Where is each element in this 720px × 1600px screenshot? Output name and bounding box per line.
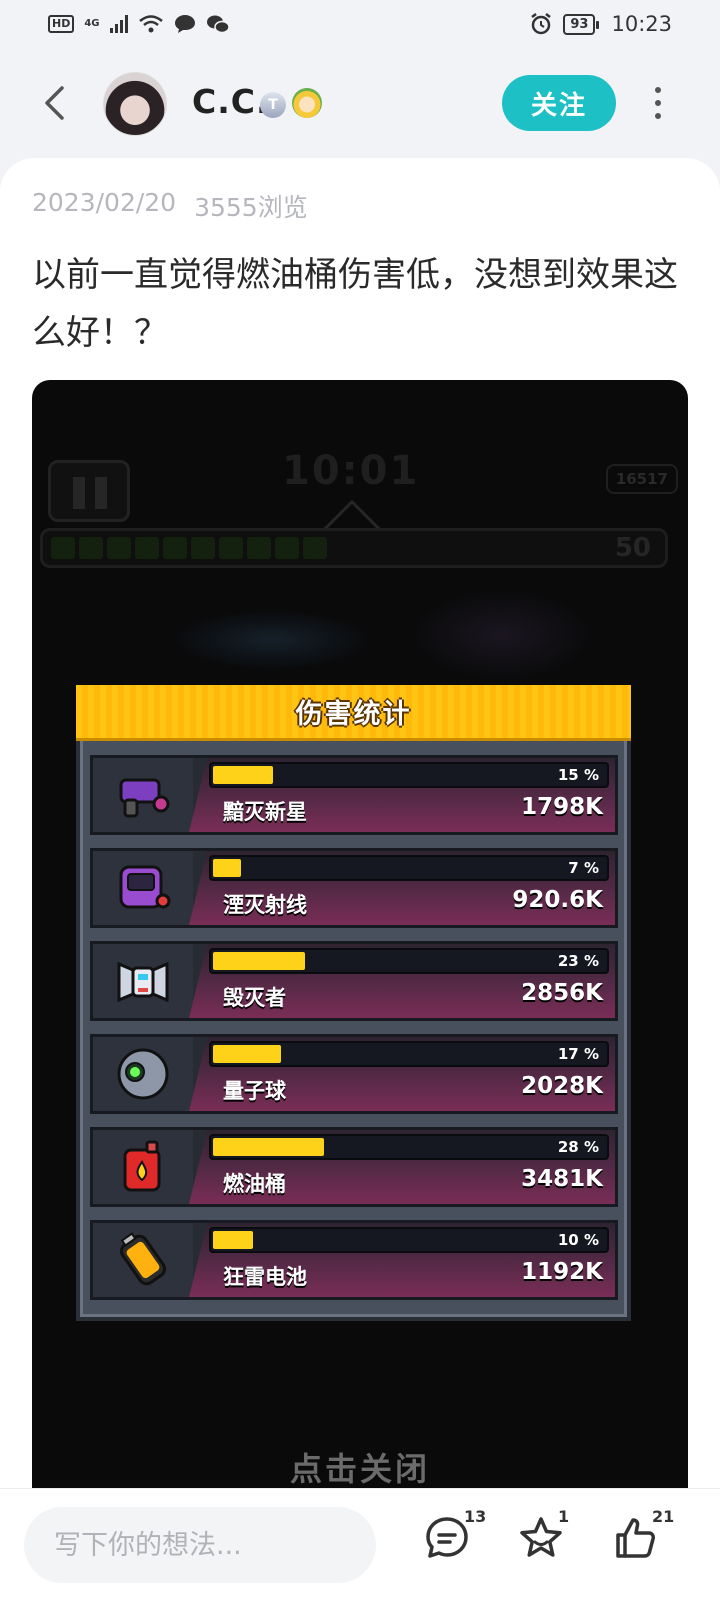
back-button[interactable] <box>36 80 72 126</box>
bottom-action-bar: 13 1 21 <box>0 1488 720 1600</box>
status-time: 10:23 <box>611 12 672 36</box>
level-badge: T <box>260 92 286 118</box>
weapon-icon-box <box>93 944 193 1018</box>
weapon-name: 狂雷电池 <box>223 1265 307 1289</box>
damage-value: 2856K <box>521 980 603 1006</box>
damage-row: 23 % 毁灭者 2856K <box>90 941 618 1021</box>
tap-to-close-hint[interactable]: 点击关闭 <box>32 1444 688 1490</box>
chevron-left-icon <box>45 86 64 120</box>
post-card: 2023/02/20 3555浏览 以前一直觉得燃油桶伤害低，没想到效果这么好！… <box>0 158 720 1490</box>
favorite-button[interactable]: 1 <box>518 1507 574 1571</box>
alarm-icon <box>531 13 552 35</box>
damage-info: 28 % 燃油桶 3481K <box>189 1130 615 1204</box>
weapon-name: 黯灭新星 <box>223 800 307 824</box>
status-right: 93 10:23 <box>529 12 672 36</box>
damage-value: 3481K <box>521 1166 603 1192</box>
wechat-icon <box>206 15 230 34</box>
avatar[interactable] <box>103 72 167 136</box>
weapon-icon-box <box>93 1037 193 1111</box>
username[interactable]: C.C. <box>192 82 270 121</box>
damage-row: 17 % 量子球 2028K <box>90 1034 618 1114</box>
comment-input[interactable] <box>24 1507 376 1583</box>
weapon-name: 湮灭射线 <box>223 893 307 917</box>
weapon-name: 量子球 <box>223 1079 286 1103</box>
post-text: 以前一直觉得燃油桶伤害低，没想到效果这么好！？ <box>32 255 678 353</box>
weapon-name: 毁灭者 <box>223 986 286 1010</box>
damage-bar-fill <box>213 952 305 970</box>
damage-bar: 23 % <box>209 948 609 974</box>
follow-button[interactable]: 关注 <box>502 75 616 131</box>
damage-percent: 23 % <box>557 952 599 970</box>
damage-value: 1192K <box>521 1259 603 1285</box>
damage-row: 15 % 黯灭新星 1798K <box>90 755 618 835</box>
network-type: 4G <box>84 18 100 29</box>
hd-indicator: HD <box>48 15 75 33</box>
damage-value: 2028K <box>521 1073 603 1099</box>
more-options-button[interactable] <box>648 80 668 126</box>
like-count: 21 <box>652 1507 675 1526</box>
damage-value: 920.6K <box>512 887 603 913</box>
weapon-icon-box <box>93 758 193 832</box>
damage-bar-fill <box>213 766 273 784</box>
damage-bar-fill <box>213 1231 253 1249</box>
character-badge-icon <box>292 88 322 118</box>
favorite-count: 1 <box>558 1507 570 1526</box>
xp-bar: 50 <box>40 528 668 568</box>
like-button[interactable]: 21 <box>612 1507 674 1571</box>
damage-percent: 7 % <box>568 859 599 877</box>
status-left: HD 4G <box>48 14 230 34</box>
post-date: 2023/02/20 <box>32 188 177 217</box>
damage-row: 28 % 燃油桶 3481K <box>90 1127 618 1207</box>
damage-info: 15 % 黯灭新星 1798K <box>189 758 615 832</box>
damage-bar: 10 % <box>209 1227 609 1253</box>
damage-bar: 15 % <box>209 762 609 788</box>
damage-bar: 28 % <box>209 1134 609 1160</box>
weapon-icon-box <box>93 851 193 925</box>
panel-title: 伤害统计 <box>295 699 412 730</box>
weapon-name: 燃油桶 <box>223 1172 286 1196</box>
status-bar: HD 4G 93 10:23 <box>0 0 720 48</box>
battery-indicator: 93 <box>563 13 600 35</box>
damage-stats-panel: 伤害统计 15 % 黯灭新星 1798K 7 % 湮灭射线 920.6K 23 % 毁灭者 28… <box>76 685 631 1321</box>
comment-button[interactable]: 13 <box>424 1507 486 1571</box>
damage-bar: 7 % <box>209 855 609 881</box>
damage-info: 7 % 湮灭射线 920.6K <box>189 851 615 925</box>
player-level: 50 <box>614 533 651 563</box>
damage-info: 10 % 狂雷电池 1192K <box>189 1223 615 1297</box>
damage-bar-fill <box>213 1045 281 1063</box>
damage-info: 17 % 量子球 2028K <box>189 1037 615 1111</box>
pause-icon <box>48 460 130 522</box>
message-icon <box>174 15 195 33</box>
damage-bar-fill <box>213 1138 324 1156</box>
damage-info: 23 % 毁灭者 2856K <box>189 944 615 1018</box>
post-header: C.C. T 关注 <box>0 58 720 148</box>
post-meta: 2023/02/20 3555浏览 <box>32 188 308 224</box>
game-screenshot[interactable]: 10:01 16517 50 伤害统计 15 % 黯灭新星 1798K 7 % 湮灭射线… <box>32 380 688 1490</box>
damage-row: 7 % 湮灭射线 920.6K <box>90 848 618 928</box>
panel-header: 伤害统计 <box>76 685 631 741</box>
wifi-icon <box>138 15 163 33</box>
comment-count: 13 <box>464 1507 487 1526</box>
damage-row: 10 % 狂雷电池 1192K <box>90 1220 618 1300</box>
view-count: 3555浏览 <box>194 193 308 222</box>
signal-icon <box>109 15 128 33</box>
weapon-icon-box <box>93 1223 193 1297</box>
damage-percent: 10 % <box>557 1231 599 1249</box>
coin-counter: 16517 <box>605 464 678 494</box>
weapon-icon-box <box>93 1130 193 1204</box>
damage-bar-fill <box>213 859 241 877</box>
damage-percent: 15 % <box>557 766 599 784</box>
damage-percent: 17 % <box>557 1045 599 1063</box>
damage-bar: 17 % <box>209 1041 609 1067</box>
damage-value: 1798K <box>521 794 603 820</box>
game-timer: 10:01 <box>282 448 420 494</box>
damage-percent: 28 % <box>557 1138 599 1156</box>
